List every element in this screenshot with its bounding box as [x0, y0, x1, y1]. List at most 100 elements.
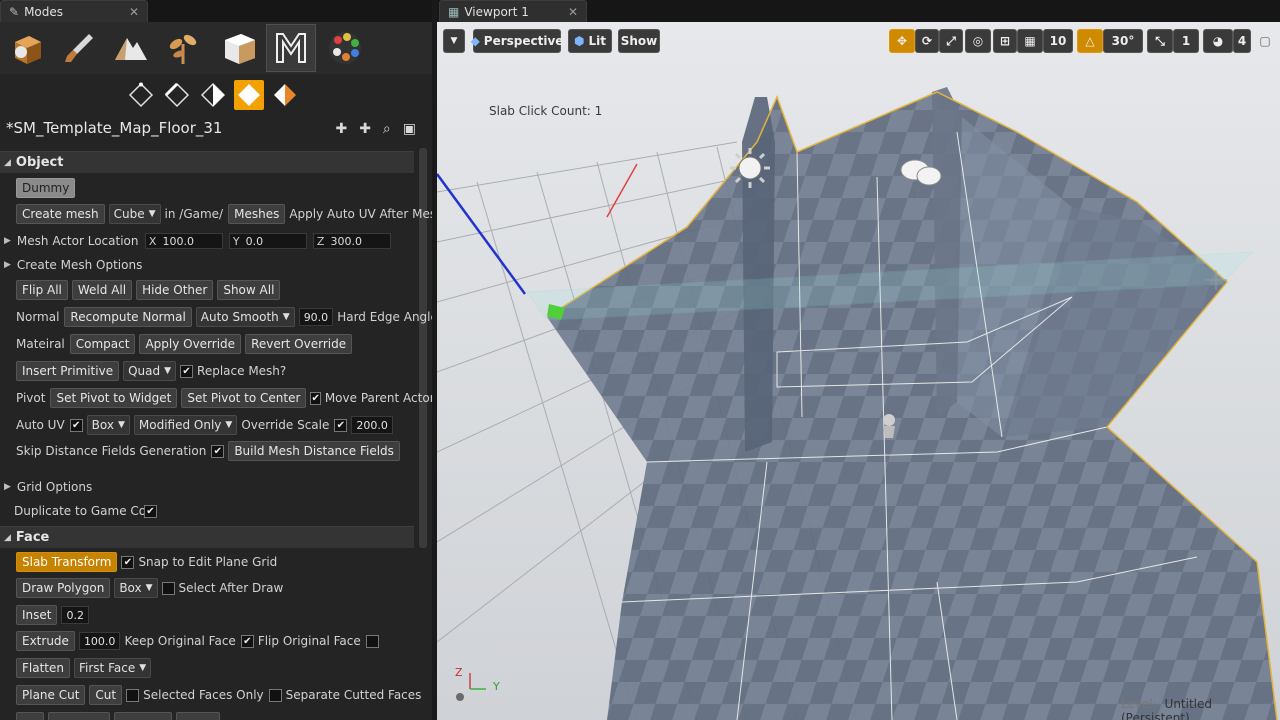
expand-arrow-icon[interactable]: ▶ [4, 482, 11, 492]
extrude-button[interactable]: Extrude [16, 631, 75, 651]
sun-light-icon[interactable] [730, 148, 770, 188]
auto-uv-checkbox[interactable]: ✔ [69, 418, 83, 432]
rotate-tool-button[interactable]: ⟳ [915, 29, 939, 53]
scale-snap-toggle[interactable]: ⤡ [1147, 29, 1173, 53]
close-icon[interactable]: ✕ [129, 5, 139, 19]
shape-dropdown[interactable]: Cube ▼ [108, 204, 161, 224]
uv-box-dropdown[interactable]: Box ▼ [86, 415, 130, 435]
lit-button[interactable]: ⬢ Lit [568, 29, 612, 53]
inset-field[interactable]: 0.2 [61, 606, 89, 624]
dummy-button[interactable]: Dummy [16, 178, 76, 198]
draw-box-dropdown[interactable]: Box ▼ [114, 578, 158, 598]
show-all-button[interactable]: Show All [217, 280, 281, 300]
translate-tool-button[interactable]: ✥ [889, 29, 915, 53]
object-select-button[interactable] [234, 80, 264, 110]
location-z-field[interactable]: Z 300.0 [312, 233, 391, 249]
build-distance-fields-button[interactable]: Build Mesh Distance Fields [228, 441, 400, 461]
palette-mode-button[interactable] [320, 24, 370, 72]
create-mesh-options-row[interactable]: ▶ Create Mesh Options [4, 253, 418, 277]
rotation-snap-toggle[interactable]: △ [1077, 29, 1103, 53]
camera-speed-value-button[interactable]: 4 [1233, 29, 1251, 53]
landscape-mode-button[interactable] [106, 24, 156, 72]
expand-arrow-icon[interactable]: ▶ [4, 260, 11, 270]
face-select-button[interactable] [198, 80, 228, 110]
duplicate-checkbox[interactable]: ✔ [144, 504, 157, 518]
replace-mesh-checkbox[interactable]: ✔ [180, 364, 194, 378]
modified-only-dropdown[interactable]: Modified Only ▼ [133, 415, 238, 435]
recompute-normal-button[interactable]: Recompute Normal [64, 307, 192, 327]
flip-all-button[interactable]: Flip All [16, 280, 68, 300]
partial-button[interactable] [114, 712, 172, 720]
first-face-dropdown[interactable]: First Face ▼ [74, 658, 152, 678]
extrude-field[interactable]: 100.0 [78, 632, 121, 650]
viewport-canvas[interactable] [437, 22, 1280, 720]
save-icon[interactable]: ▣ [403, 121, 416, 137]
foliage-mode-button[interactable] [158, 24, 208, 72]
camera-speed-toggle[interactable]: ◕ [1203, 29, 1233, 53]
close-icon[interactable]: ✕ [568, 5, 578, 19]
grid-snap-toggle[interactable]: ▦ [1017, 29, 1043, 53]
flip-original-face-checkbox[interactable] [365, 634, 379, 648]
slab-transform-button[interactable]: Slab Transform [16, 552, 118, 572]
scale-snap-value-button[interactable]: 1 [1173, 29, 1199, 53]
edge-select-button[interactable] [162, 80, 192, 110]
viewport-options-button[interactable]: ▼ [443, 29, 465, 53]
object-section-header[interactable]: ◢ Object [0, 151, 414, 173]
select-after-draw-checkbox[interactable] [161, 581, 175, 595]
player-start-icon[interactable] [883, 414, 895, 438]
auto-smooth-dropdown[interactable]: Auto Smooth ▼ [195, 307, 295, 327]
expand-arrow-icon[interactable]: ▶ [4, 236, 11, 246]
geometry-mode-button[interactable] [214, 24, 264, 72]
move-parent-actor-checkbox[interactable]: ✔ [310, 391, 321, 405]
location-y-field[interactable]: Y 0.0 [228, 233, 307, 249]
meshes-button[interactable]: Meshes [228, 204, 286, 224]
selected-faces-only-checkbox[interactable] [126, 688, 140, 702]
place-mode-button[interactable] [2, 24, 52, 72]
insert-primitive-button[interactable]: Insert Primitive [16, 361, 120, 381]
grid-options-row[interactable]: ▶ Grid Options [4, 475, 418, 499]
create-mesh-button[interactable]: Create mesh [16, 204, 105, 224]
location-x-field[interactable]: X 100.0 [144, 233, 223, 249]
inset-button[interactable]: Inset [16, 605, 58, 625]
set-pivot-widget-button[interactable]: Set Pivot to Widget [50, 388, 178, 408]
compact-button[interactable]: Compact [69, 334, 136, 354]
grid-snap-value-button[interactable]: 10 [1043, 29, 1073, 53]
element-select-button[interactable] [270, 80, 300, 110]
hard-edge-angle-field[interactable]: 90.0 [298, 308, 334, 326]
show-button[interactable]: Show [618, 29, 660, 53]
partial-button[interactable] [16, 712, 44, 720]
snap-grid-checkbox[interactable]: ✔ [121, 555, 135, 569]
cut-button[interactable]: Cut [89, 685, 123, 705]
tab-viewport[interactable]: ▦ Viewport 1 ✕ [439, 0, 587, 22]
set-pivot-center-button[interactable]: Set Pivot to Center [181, 388, 307, 408]
skip-distance-checkbox[interactable]: ✔ [211, 444, 225, 458]
separate-cutted-checkbox[interactable] [268, 688, 282, 702]
weld-all-button[interactable]: Weld All [71, 280, 133, 300]
revert-override-button[interactable]: Revert Override [245, 334, 353, 354]
search-icon[interactable]: ⌕ [383, 121, 391, 137]
maximize-viewport-button[interactable]: ▢ [1255, 29, 1275, 53]
scale-tool-button[interactable]: ⤢ [939, 29, 963, 53]
world-local-button[interactable]: ◎ [965, 29, 991, 53]
keep-original-face-checkbox[interactable]: ✔ [240, 634, 254, 648]
add-icon[interactable]: ✚ [335, 121, 347, 137]
mesh-tool-mode-button[interactable] [266, 24, 316, 72]
partial-button[interactable] [48, 712, 110, 720]
hide-other-button[interactable]: Hide Other [136, 280, 214, 300]
override-scale-field[interactable]: 200.0 [351, 416, 393, 434]
vertex-select-button[interactable] [126, 80, 156, 110]
draw-polygon-button[interactable]: Draw Polygon [16, 578, 111, 598]
paint-mode-button[interactable] [54, 24, 104, 72]
primitive-dropdown[interactable]: Quad ▼ [123, 361, 177, 381]
partial-button[interactable] [176, 712, 220, 720]
flatten-button[interactable]: Flatten [16, 658, 70, 678]
surface-snap-button[interactable]: ⊞ [993, 29, 1017, 53]
rotation-snap-value-button[interactable]: 30° [1103, 29, 1143, 53]
tab-modes[interactable]: ✎ Modes ✕ [0, 0, 148, 22]
perspective-button[interactable]: ◆ Perspective [471, 29, 563, 53]
override-scale-checkbox[interactable]: ✔ [334, 418, 348, 432]
face-section-header[interactable]: ◢ Face [0, 526, 414, 548]
add-child-icon[interactable]: ✚ [359, 121, 371, 137]
apply-override-button[interactable]: Apply Override [139, 334, 242, 354]
plane-cut-button[interactable]: Plane Cut [16, 685, 86, 705]
